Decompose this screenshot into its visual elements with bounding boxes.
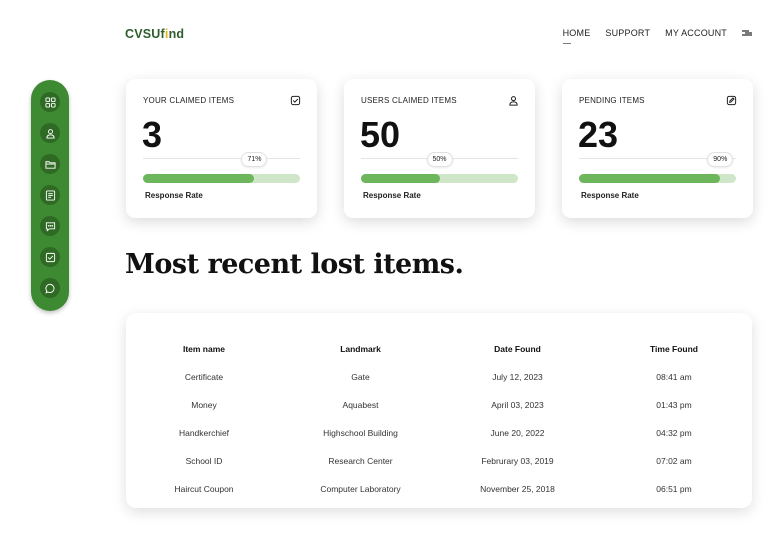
stat-card-pending: PENDING ITEMS 23 90% Response Rate — [562, 79, 753, 218]
brand-part2: nd — [168, 27, 185, 41]
progress-track — [579, 174, 736, 183]
table-cell: Haircut Coupon — [174, 484, 234, 494]
user-icon[interactable] — [40, 123, 60, 143]
table-cell: 06:51 pm — [656, 484, 692, 494]
table-cell: Handkerchief — [178, 428, 230, 438]
table-cell: Highschool Building — [323, 428, 398, 438]
table-cell: Aquabest — [342, 400, 379, 410]
rate-badge: 90% — [707, 152, 734, 167]
check-square-icon — [290, 95, 301, 106]
progress-fill — [143, 174, 255, 183]
table-cell: April 03, 2023 — [491, 400, 544, 410]
report-icon[interactable] — [40, 185, 60, 205]
table-cell: Certificate — [184, 372, 224, 382]
card-value: 3 — [142, 114, 163, 155]
table-row[interactable]: Handkerchief Highschool Building June 20… — [126, 419, 752, 447]
menu-icon[interactable] — [742, 28, 752, 38]
column-header[interactable]: Landmark — [282, 344, 439, 354]
table-cell: Gate — [351, 372, 370, 382]
page-title: Most recent lost items. — [125, 249, 464, 280]
table-cell: Research Center — [328, 456, 393, 466]
rate-badge: 71% — [241, 152, 268, 167]
brand-part1: CVSUf — [125, 27, 165, 41]
table-row[interactable]: Money Aquabest April 03, 2023 01:43 pm — [126, 391, 752, 419]
checkbox-icon[interactable] — [40, 247, 60, 267]
table-row[interactable]: Certificate Gate July 12, 2023 08:41 am — [126, 363, 752, 391]
table-cell: 08:41 am — [656, 372, 692, 382]
card-label: USERS CLAIMED ITEMS — [361, 96, 457, 105]
nav-home[interactable]: HOME — [562, 28, 591, 44]
table-cell: Money — [191, 400, 217, 410]
lost-items-table: Item name Landmark Date Found Time Found… — [126, 313, 752, 508]
table-cell: School ID — [185, 456, 223, 466]
column-header[interactable]: Item name — [126, 344, 282, 354]
table-row[interactable]: School ID Research Center Februrary 03, … — [126, 447, 752, 475]
card-caption: Response Rate — [581, 191, 639, 200]
top-nav: HOME SUPPORT MY ACCOUNT — [562, 28, 752, 44]
card-value: 50 — [360, 114, 401, 155]
table-header-row: Item name Landmark Date Found Time Found — [126, 335, 752, 363]
table-cell: 01:43 pm — [656, 400, 692, 410]
nav-support[interactable]: SUPPORT — [605, 28, 650, 38]
table-cell: Februrary 03, 2019 — [481, 456, 554, 466]
stat-card-claimed: YOUR CLAIMED ITEMS 3 71% Response Rate — [126, 79, 317, 218]
column-header[interactable]: Time Found — [596, 344, 752, 354]
progress-fill — [579, 174, 721, 183]
table-cell: June 20, 2022 — [490, 428, 545, 438]
edit-icon — [726, 95, 737, 106]
chat-bubble-icon[interactable] — [40, 216, 60, 236]
card-label: PENDING ITEMS — [579, 96, 645, 105]
divider — [143, 158, 300, 159]
user-icon — [509, 96, 518, 106]
card-value: 23 — [578, 114, 619, 155]
card-caption: Response Rate — [363, 191, 421, 200]
card-label: YOUR CLAIMED ITEMS — [143, 96, 235, 105]
table-cell: 07:02 am — [656, 456, 692, 466]
progress-track — [361, 174, 518, 183]
sidebar — [31, 80, 69, 311]
brand-logo[interactable]: CVSUfind — [125, 27, 184, 41]
progress-track — [143, 174, 300, 183]
card-caption: Response Rate — [145, 191, 203, 200]
column-header[interactable]: Date Found — [439, 344, 596, 354]
dashboard-icon[interactable] — [40, 92, 60, 112]
table-cell: November 25, 2018 — [480, 484, 555, 494]
table-row[interactable]: Haircut Coupon Computer Laboratory Novem… — [126, 475, 752, 503]
nav-my-account[interactable]: MY ACCOUNT — [665, 28, 727, 38]
table-cell: 04:32 pm — [656, 428, 692, 438]
stat-card-users-claimed: USERS CLAIMED ITEMS 50 50% Response Rate — [344, 79, 535, 218]
progress-fill — [361, 174, 440, 183]
table-cell: Computer Laboratory — [320, 484, 401, 494]
message-icon[interactable] — [40, 278, 60, 298]
table: Item name Landmark Date Found Time Found… — [126, 335, 752, 503]
folder-icon[interactable] — [40, 154, 60, 174]
rate-badge: 50% — [426, 152, 453, 167]
table-cell: July 12, 2023 — [492, 372, 543, 382]
